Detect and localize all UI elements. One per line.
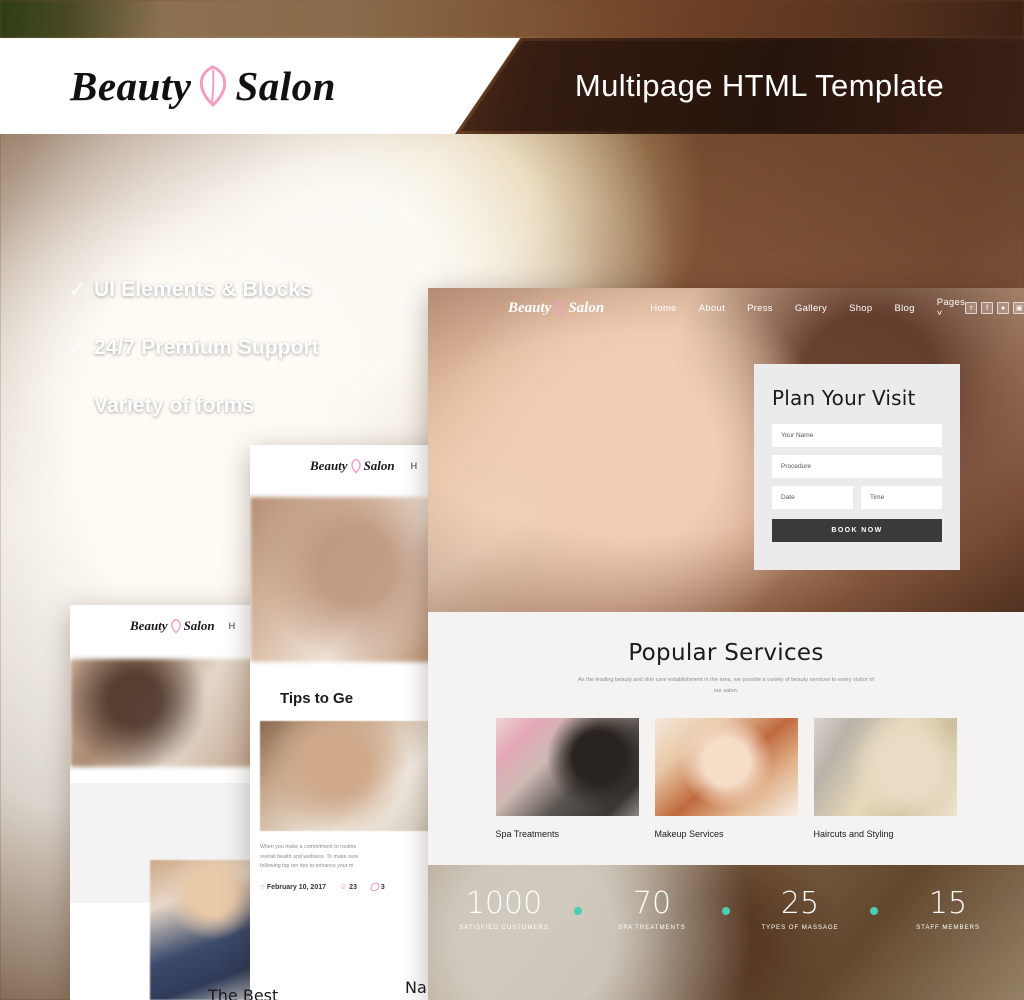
post-likes[interactable]: ☺ 23	[339, 882, 357, 891]
instagram-icon[interactable]: ▣	[1013, 302, 1024, 314]
leaf-icon	[193, 63, 233, 109]
brand-word-2: Salon	[235, 63, 336, 109]
counter-item: 70 SPA TREATMENTS	[596, 886, 708, 932]
feature-list: ✓ UI Elements & Blocks ✓ 24/7 Premium Su…	[68, 278, 398, 452]
book-now-button[interactable]: BOOK NOW	[772, 519, 942, 542]
counter-caption: SATISFIED CUSTOMERS	[459, 924, 549, 931]
counter-caption: TYPES OF MASSAGE	[761, 924, 839, 931]
date-field[interactable]: Date	[772, 486, 853, 509]
nav-item-gallery[interactable]: Gallery	[795, 303, 827, 314]
manicure-nails-photo	[495, 718, 639, 817]
service-label: Haircuts and Styling	[813, 829, 894, 840]
counter-caption: STAFF MEMBERS	[916, 924, 980, 931]
feature-label: Variety of forms	[94, 394, 255, 417]
services-subtitle: As the leading beauty and skin care esta…	[577, 677, 874, 695]
counter-item: 1000 SATISFIED CUSTOMERS	[448, 886, 560, 932]
main-nav: Beauty Salon Home About Press Gallery Sh…	[428, 288, 1024, 328]
brand-logo: Beauty Salon	[70, 62, 336, 110]
booking-form: Plan Your Visit Your Name Procedure Date…	[754, 364, 960, 570]
counter-value: 1000	[465, 886, 543, 921]
brand-word-2: Salon	[363, 458, 395, 473]
feature-label: 24/7 Premium Support	[94, 336, 319, 359]
google-plus-icon[interactable]: ●	[997, 302, 1010, 314]
background-top-strip	[0, 0, 1024, 38]
preview-left-logo: Beauty Salon	[130, 618, 215, 634]
service-card[interactable]: Spa Treatments	[495, 718, 639, 840]
brand-word-2: Salon	[568, 299, 605, 316]
date-time-row: Date Time	[772, 486, 942, 517]
banner-title: Multipage HTML Template	[574, 68, 945, 103]
preview-left-nav-hint: H	[228, 621, 236, 631]
counter-separator-dot	[574, 907, 582, 915]
leaf-icon	[169, 618, 183, 634]
brand-word-1: Beauty	[310, 458, 348, 473]
preview-blog-nav-hint: H	[410, 461, 418, 471]
counters-row: 1000 SATISFIED CUSTOMERS 70 SPA TREATMEN…	[428, 865, 1024, 932]
nav-item-blog[interactable]: Blog	[894, 303, 914, 314]
preview-blog-caption: Na	[405, 978, 427, 997]
services-grid: Spa Treatments Makeup Services Haircuts …	[428, 718, 1024, 839]
counter-value: 70	[632, 886, 672, 921]
feature-item: ✓ Variety of forms	[68, 394, 398, 418]
header-banner-panel: Multipage HTML Template	[455, 38, 1024, 134]
page-header: Beauty Salon Multipage HTML Template	[0, 38, 1024, 134]
main-nav-logo[interactable]: Beauty Salon	[508, 300, 604, 317]
service-label: Spa Treatments	[495, 829, 560, 840]
preview-card-main[interactable]: Beauty Salon Home About Press Gallery Sh…	[428, 288, 1024, 1000]
post-date: ○ February 10, 2017	[260, 881, 326, 891]
feature-item: ✓ 24/7 Premium Support	[68, 336, 398, 360]
nav-item-pages[interactable]: Pages ˅	[937, 297, 965, 319]
procedure-field[interactable]: Procedure	[772, 455, 942, 478]
service-card[interactable]: Makeup Services	[654, 718, 798, 840]
service-card[interactable]: Haircuts and Styling	[813, 718, 957, 840]
twitter-icon[interactable]: ᴛ	[965, 302, 978, 314]
leaf-icon	[349, 458, 363, 474]
clock-icon: ○	[260, 881, 265, 891]
header-logo-panel: Beauty Salon	[0, 38, 520, 134]
nav-item-shop[interactable]: Shop	[849, 303, 872, 314]
post-comments[interactable]: ◯ 3	[370, 882, 385, 891]
brand-word-1: Beauty	[130, 618, 168, 633]
counter-separator-dot	[870, 907, 878, 915]
services-heading: Popular Services	[628, 640, 824, 666]
services-section: Popular Services As the leading beauty a…	[428, 612, 1024, 865]
preview-blog-logo: Beauty Salon	[310, 458, 395, 474]
preview-left-caption: The Best	[208, 986, 279, 1000]
haircut-photo	[813, 718, 957, 817]
check-icon: ✓	[68, 277, 87, 302]
time-field[interactable]: Time	[861, 486, 942, 509]
brand-word-1: Beauty	[508, 299, 552, 316]
counter-separator-dot	[722, 907, 730, 915]
feature-item: ✓ UI Elements & Blocks	[68, 278, 398, 302]
facebook-icon[interactable]: f	[981, 302, 994, 314]
nav-item-press[interactable]: Press	[747, 303, 773, 314]
makeup-application-photo	[654, 718, 798, 817]
service-label: Makeup Services	[654, 829, 724, 840]
hero-section: Beauty Salon Home About Press Gallery Sh…	[428, 288, 1024, 612]
screenshot-stage: Beauty Salon Multipage HTML Template ✓ U…	[0, 0, 1024, 1000]
main-nav-links: Home About Press Gallery Shop Blog Pages…	[650, 297, 965, 319]
counters-section: 1000 SATISFIED CUSTOMERS 70 SPA TREATMEN…	[428, 865, 1024, 1000]
check-icon: ✓	[68, 335, 87, 360]
booking-form-title: Plan Your Visit	[772, 386, 916, 410]
nav-item-about[interactable]: About	[699, 303, 725, 314]
nav-item-home[interactable]: Home	[650, 303, 677, 314]
counter-value: 25	[780, 886, 820, 921]
brand-word-1: Beauty	[70, 63, 192, 109]
feature-label: UI Elements & Blocks	[94, 278, 312, 301]
check-icon: ✓	[68, 393, 87, 418]
name-field[interactable]: Your Name	[772, 424, 942, 447]
social-links: ᴛ f ● ▣	[965, 302, 1024, 314]
counter-caption: SPA TREATMENTS	[618, 924, 686, 931]
comment-icon: ◯	[369, 881, 379, 891]
leaf-icon	[552, 300, 567, 317]
brand-word-2: Salon	[183, 618, 215, 633]
counter-item: 25 TYPES OF MASSAGE	[744, 886, 856, 932]
counter-item: 15 STAFF MEMBERS	[892, 886, 1004, 932]
thumb-up-icon: ☺	[339, 881, 348, 891]
counter-value: 15	[928, 886, 968, 921]
